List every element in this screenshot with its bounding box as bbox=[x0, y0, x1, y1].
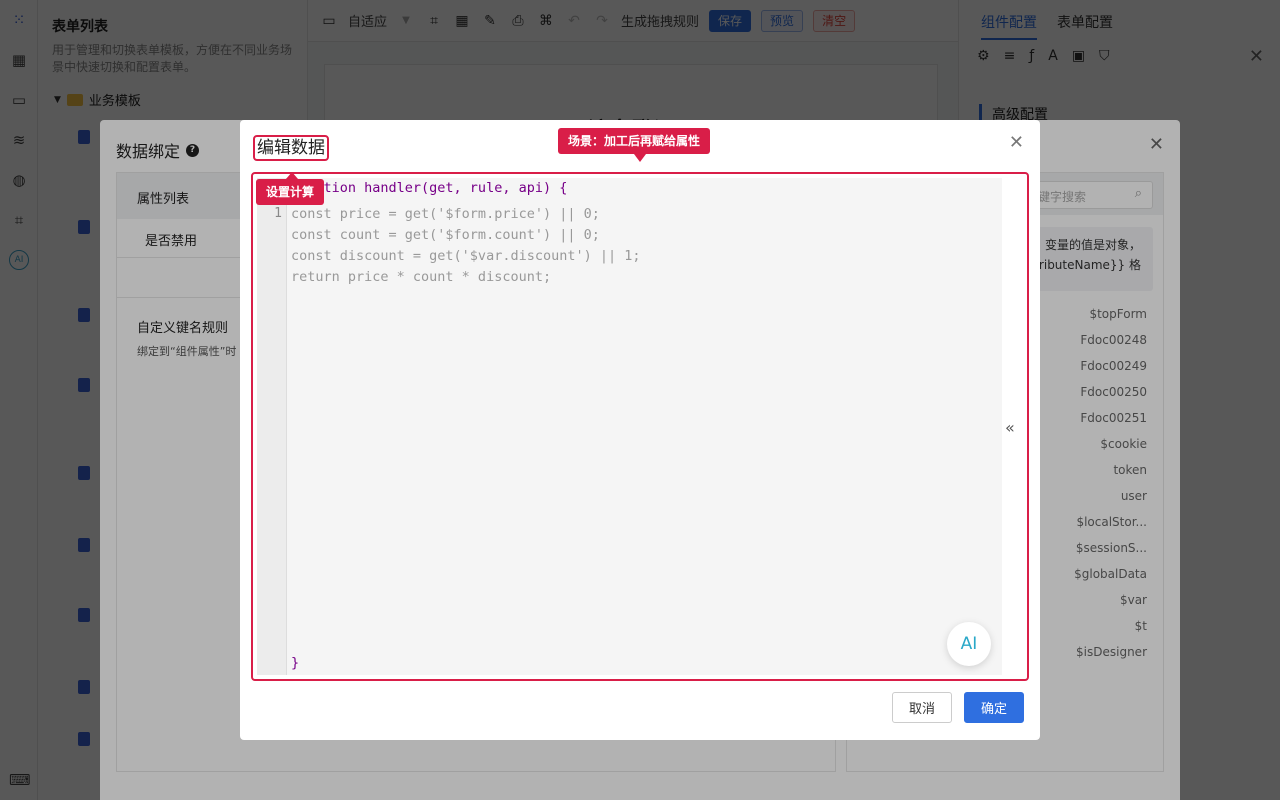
code-closing-brace[interactable]: } bbox=[291, 655, 299, 671]
code-function-header[interactable]: function handler(get, rule, api) { bbox=[291, 180, 567, 196]
code-line[interactable]: const price = get('$form.price') || 0; bbox=[291, 206, 600, 222]
ai-assist-button[interactable]: AI bbox=[947, 622, 991, 666]
line-number: 1 bbox=[274, 206, 282, 221]
callout-calc: 设置计算 bbox=[256, 172, 325, 205]
cancel-button[interactable]: 取消 bbox=[892, 692, 952, 723]
line-gutter: 1 bbox=[257, 178, 287, 675]
edit-data-dialog: 编辑数据 ✕ 场景：加工后再赋给属性 1 function handler(ge… bbox=[240, 120, 1040, 740]
close-icon[interactable]: ✕ bbox=[1009, 132, 1024, 153]
code-editor-frame: 1 function handler(get, rule, api) { con… bbox=[251, 172, 1029, 681]
code-editor[interactable]: 1 function handler(get, rule, api) { con… bbox=[257, 178, 1002, 675]
code-line[interactable]: return price * count * discount; bbox=[291, 269, 551, 285]
edit-data-title: 编辑数据 bbox=[253, 135, 329, 161]
code-line[interactable]: const count = get('$form.count') || 0; bbox=[291, 227, 600, 243]
double-chevron-left-icon[interactable]: « bbox=[1005, 418, 1015, 437]
confirm-button[interactable]: 确定 bbox=[964, 692, 1024, 723]
callout-scene: 场景：加工后再赋给属性 bbox=[558, 128, 711, 162]
code-line[interactable]: const discount = get('$var.discount') ||… bbox=[291, 248, 641, 264]
